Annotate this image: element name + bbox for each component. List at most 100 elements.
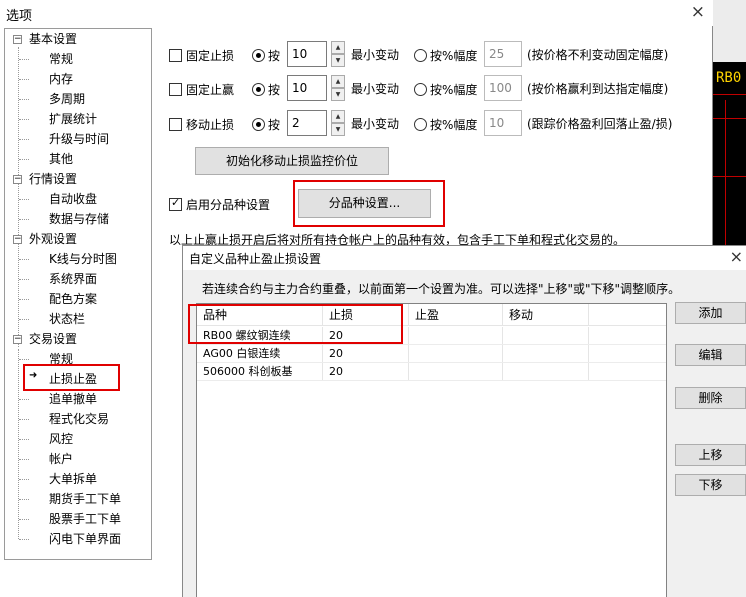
- tree-branch: [19, 479, 29, 480]
- tree-group-trading[interactable]: 交易设置: [29, 329, 77, 349]
- tree-branch: [19, 399, 29, 400]
- fixed-stop-loss-label: 固定止损: [186, 48, 235, 63]
- add-button[interactable]: 添加: [675, 302, 746, 324]
- tree-branch: [19, 199, 29, 200]
- tree-item-futures-manual[interactable]: 期货手工下单: [49, 489, 121, 509]
- tree-group-basic[interactable]: 基本设置: [29, 29, 77, 49]
- first-row-highlight: [188, 304, 403, 344]
- trailing-stop-by-radio[interactable]: 按: [252, 112, 280, 136]
- radio-icon[interactable]: [252, 48, 265, 62]
- radio-icon[interactable]: [414, 48, 427, 62]
- fixed-stop-loss-spinner[interactable]: ▲ ▼: [331, 41, 345, 67]
- table-row[interactable]: 506000 科创板基 20: [197, 363, 666, 380]
- fixed-take-profit-by-radio[interactable]: 按: [252, 77, 280, 101]
- radio-icon[interactable]: [414, 82, 427, 96]
- cell-trailing: [503, 327, 589, 344]
- tree-item-status-bar[interactable]: 状态栏: [49, 309, 85, 329]
- fixed-take-profit-value[interactable]: 10: [287, 75, 327, 101]
- tree-item-risk-control[interactable]: 风控: [49, 429, 73, 449]
- tree-branch: [19, 419, 29, 420]
- background-symbol-label: RB0: [716, 70, 742, 86]
- tree-toggle-icon[interactable]: −: [13, 35, 22, 44]
- trailing-stop-pct-value[interactable]: 10: [484, 110, 522, 136]
- chart-line: [713, 176, 746, 177]
- tree-item-program-trading[interactable]: 程式化交易: [49, 409, 109, 429]
- cell-trailing: [503, 363, 589, 380]
- fixed-take-profit-pct-value[interactable]: 100: [484, 75, 522, 101]
- move-down-button[interactable]: 下移: [675, 474, 746, 496]
- tree-branch: [19, 159, 29, 160]
- cell-trailing: [503, 345, 589, 362]
- enable-per-symbol-checkbox[interactable]: [169, 196, 182, 211]
- tree-item-upgrade-time[interactable]: 升级与时间: [49, 129, 109, 149]
- tree-item-system-ui[interactable]: 系统界面: [49, 269, 97, 289]
- tree-branch: [19, 99, 29, 100]
- edit-button[interactable]: 编辑: [675, 344, 746, 366]
- fixed-take-profit-spinner[interactable]: ▲ ▼: [331, 75, 345, 101]
- tree-group-appearance[interactable]: 外观设置: [29, 229, 77, 249]
- trailing-stop-pct-radio[interactable]: 按%幅度: [414, 112, 477, 136]
- sub-dialog-titlebar: 自定义品种止盈止损设置 ×: [183, 246, 746, 270]
- radio-icon[interactable]: [252, 82, 265, 96]
- fixed-take-profit-label: 固定止赢: [186, 82, 235, 97]
- tree-toggle-icon[interactable]: −: [13, 335, 22, 344]
- tree-branch: [19, 59, 29, 60]
- tree-branch: [19, 439, 29, 440]
- radio-label: 按: [268, 48, 281, 63]
- trailing-stop-row: 移动止损: [169, 112, 234, 136]
- column-header-take-profit[interactable]: 止盈: [409, 304, 503, 326]
- tree-item-extended-stats[interactable]: 扩展统计: [49, 109, 97, 129]
- fixed-take-profit-checkbox[interactable]: [169, 82, 182, 96]
- tree-item-flash-order-ui[interactable]: 闪电下单界面: [49, 529, 121, 549]
- tree-group-market[interactable]: 行情设置: [29, 169, 77, 189]
- radio-icon[interactable]: [414, 117, 427, 131]
- tree-branch: [19, 519, 29, 520]
- trailing-stop-label: 移动止损: [186, 117, 235, 132]
- tree-branch: [19, 259, 29, 260]
- close-icon[interactable]: ×: [730, 247, 743, 266]
- tree-item-color-scheme[interactable]: 配色方案: [49, 289, 97, 309]
- fixed-stop-loss-note: (按价格不利变动固定幅度): [527, 48, 669, 62]
- radio-icon[interactable]: [252, 117, 265, 131]
- tree-item-auto-close[interactable]: 自动收盘: [49, 189, 97, 209]
- move-up-button[interactable]: 上移: [675, 444, 746, 466]
- trailing-stop-value[interactable]: 2: [287, 110, 327, 136]
- fixed-take-profit-pct-radio[interactable]: 按%幅度: [414, 77, 477, 101]
- tree-item-kline[interactable]: K线与分时图: [49, 249, 117, 269]
- close-icon[interactable]: ×: [691, 2, 705, 22]
- trailing-stop-checkbox[interactable]: [169, 117, 182, 131]
- tree-item-order-split[interactable]: 大单拆单: [49, 469, 97, 489]
- radio-label: 按: [268, 117, 281, 132]
- tree-item-stock-manual[interactable]: 股票手工下单: [49, 509, 121, 529]
- table-row[interactable]: AG00 白银连续 20: [197, 345, 666, 362]
- chart-line: [713, 118, 746, 119]
- tree-item-memory[interactable]: 内存: [49, 69, 73, 89]
- fixed-stop-loss-checkbox[interactable]: [169, 48, 182, 62]
- radio-label: 按%幅度: [430, 82, 478, 97]
- fixed-stop-loss-by-radio[interactable]: 按: [252, 43, 280, 67]
- tree-line: [18, 47, 19, 347]
- fixed-stop-loss-pct-value[interactable]: 25: [484, 41, 522, 67]
- tree-item-general[interactable]: 常规: [49, 49, 73, 69]
- tree-item-chase-cancel[interactable]: 追单撤单: [49, 389, 97, 409]
- sub-dialog-title: 自定义品种止盈止损设置: [189, 252, 322, 266]
- tree-item-account[interactable]: 帐户: [49, 449, 73, 469]
- init-trailing-stop-button[interactable]: 初始化移动止损监控价位: [195, 147, 389, 175]
- fixed-stop-loss-value[interactable]: 10: [287, 41, 327, 67]
- tree-branch: [19, 539, 29, 540]
- tree-branch: [19, 279, 29, 280]
- fixed-stop-loss-pct-radio[interactable]: 按%幅度: [414, 43, 477, 67]
- tree-branch: [19, 119, 29, 120]
- delete-button[interactable]: 删除: [675, 387, 746, 409]
- tree-toggle-icon[interactable]: −: [13, 175, 22, 184]
- tree-item-other[interactable]: 其他: [49, 149, 73, 169]
- tree-branch: [19, 139, 29, 140]
- chart-line: [725, 100, 726, 260]
- enable-per-symbol-label: 启用分品种设置: [186, 197, 271, 212]
- trailing-stop-spinner[interactable]: ▲ ▼: [331, 110, 345, 136]
- tree-toggle-icon[interactable]: −: [13, 235, 22, 244]
- tree-item-multiperiod[interactable]: 多周期: [49, 89, 85, 109]
- column-header-trailing[interactable]: 移动: [503, 304, 589, 326]
- tree-item-data-storage[interactable]: 数据与存储: [49, 209, 109, 229]
- cell-stop-loss: 20: [323, 345, 409, 362]
